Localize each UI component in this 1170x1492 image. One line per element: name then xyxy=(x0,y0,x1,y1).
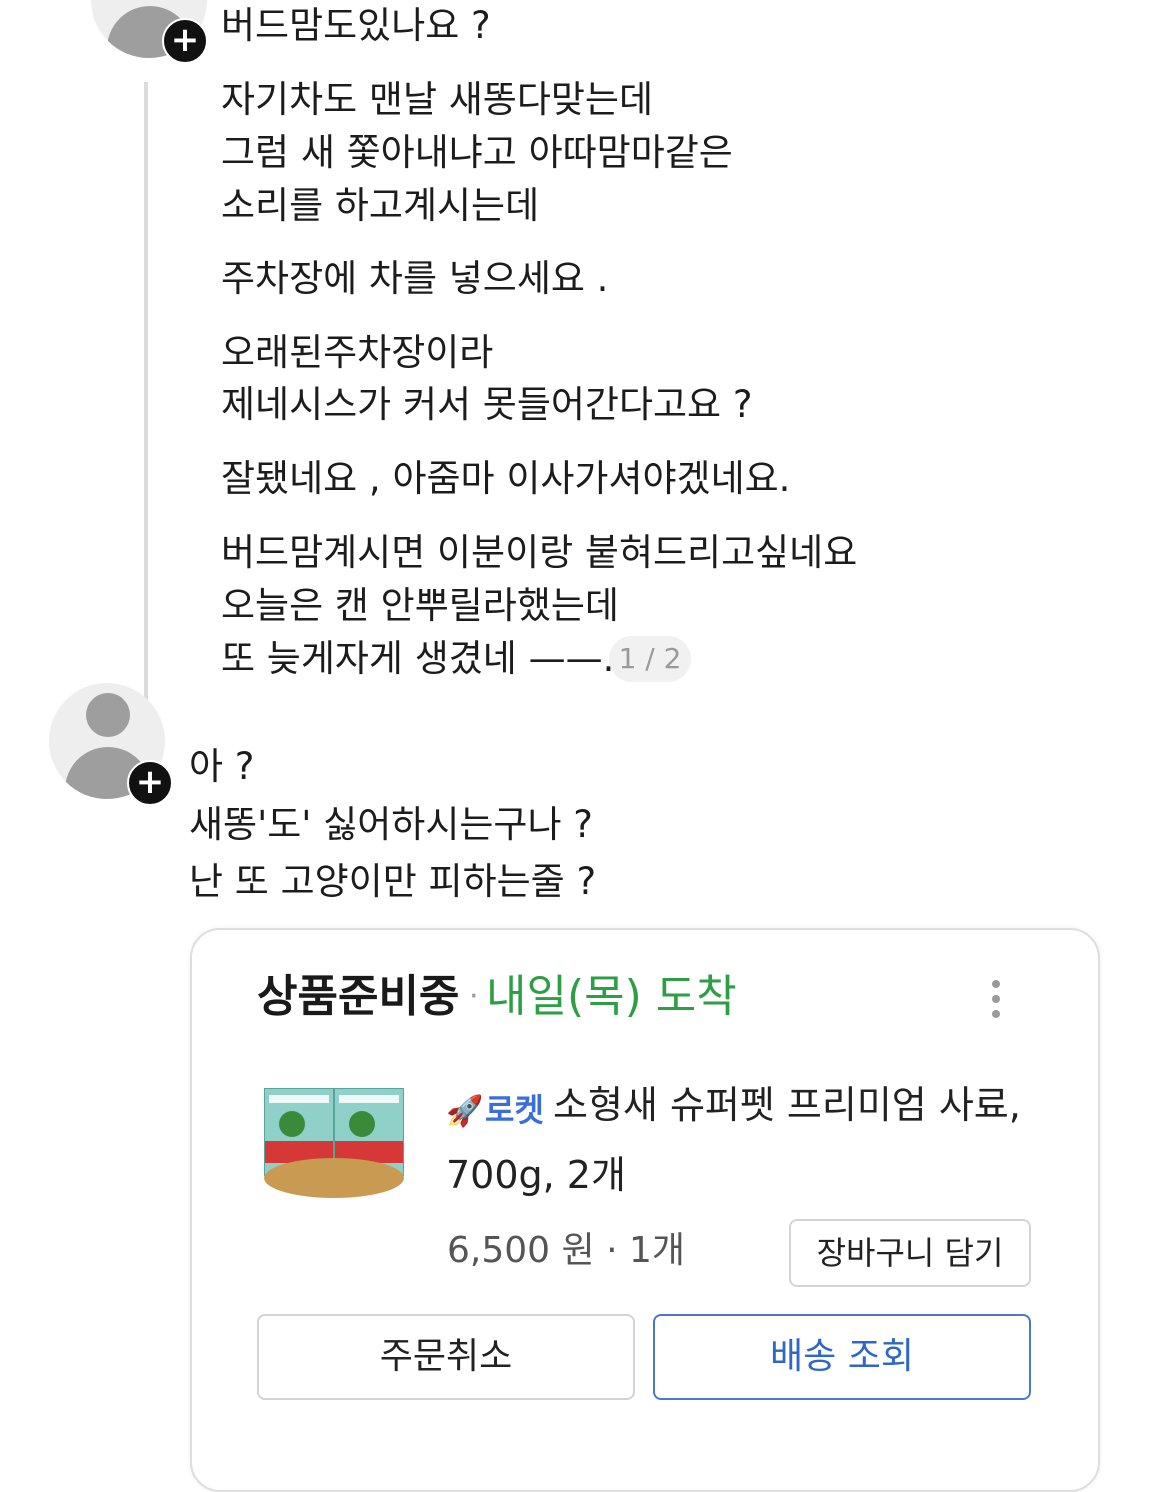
product-title[interactable]: 소형새 슈퍼펫 프리미엄 사료, xyxy=(553,1081,1021,1129)
comment-line: 자기차도 맨날 새똥다맞는데 xyxy=(221,78,654,121)
comment-line: 아 ? xyxy=(189,745,255,788)
comment-line: 잘됐네요 , 아줌마 이사가셔야겠네요. xyxy=(221,457,791,500)
add-to-cart-button[interactable]: 장바구니 담기 xyxy=(789,1219,1031,1287)
comment-line: 주차장에 차를 넣으세요 . xyxy=(221,257,609,300)
comment-line: 오늘은 캔 안뿌릴라했는데 xyxy=(221,584,619,627)
separator-dot: · xyxy=(469,979,479,1014)
comment-line: 제네시스가 커서 못들어간다고요 ? xyxy=(221,383,753,426)
rocket-icon: 🚀 xyxy=(446,1094,484,1129)
comment-line: 새똥'도' 싫어하시는구나 ? xyxy=(189,803,593,846)
product-thumbnail[interactable] xyxy=(262,1088,404,1204)
avatar-head xyxy=(86,693,130,737)
image-pager-badge[interactable]: 1 / 2 xyxy=(609,636,691,682)
product-title-line-2[interactable]: 700g, 2개 xyxy=(446,1151,626,1199)
comment-line: 그럼 새 쫓아내냐고 아따맘마같은 xyxy=(221,131,733,174)
rocket-badge-label: 로켓 xyxy=(485,1091,544,1129)
order-status: 상품준비중 xyxy=(257,971,460,1022)
comment-line: 난 또 고양이만 피하는줄 ? xyxy=(189,860,597,903)
reply-thread-line xyxy=(144,82,148,714)
comment-line: 소리를 하고계시는데 xyxy=(221,184,540,227)
follow-plus-icon[interactable]: + xyxy=(162,18,208,64)
track-delivery-button[interactable]: 배송 조회 xyxy=(653,1314,1031,1400)
product-price: 6,500 원 · 1개 xyxy=(447,1230,685,1271)
delivery-eta: 내일(목) 도착 xyxy=(486,971,737,1022)
seed-pile-image xyxy=(264,1158,404,1198)
comment-line: 오래된주차장이라 xyxy=(221,331,494,374)
follow-plus-icon[interactable]: + xyxy=(127,760,173,806)
cancel-order-button[interactable]: 주문취소 xyxy=(257,1314,635,1400)
comment-line: 버드맘도있나요 ? xyxy=(221,4,491,47)
comment-line: 또 늦게자게 생겼네 ——. xyxy=(221,637,615,680)
comment-line: 버드맘계시면 이분이랑 붙혀드리고싶네요 xyxy=(221,531,858,574)
kebab-menu-icon[interactable] xyxy=(984,976,1008,1022)
